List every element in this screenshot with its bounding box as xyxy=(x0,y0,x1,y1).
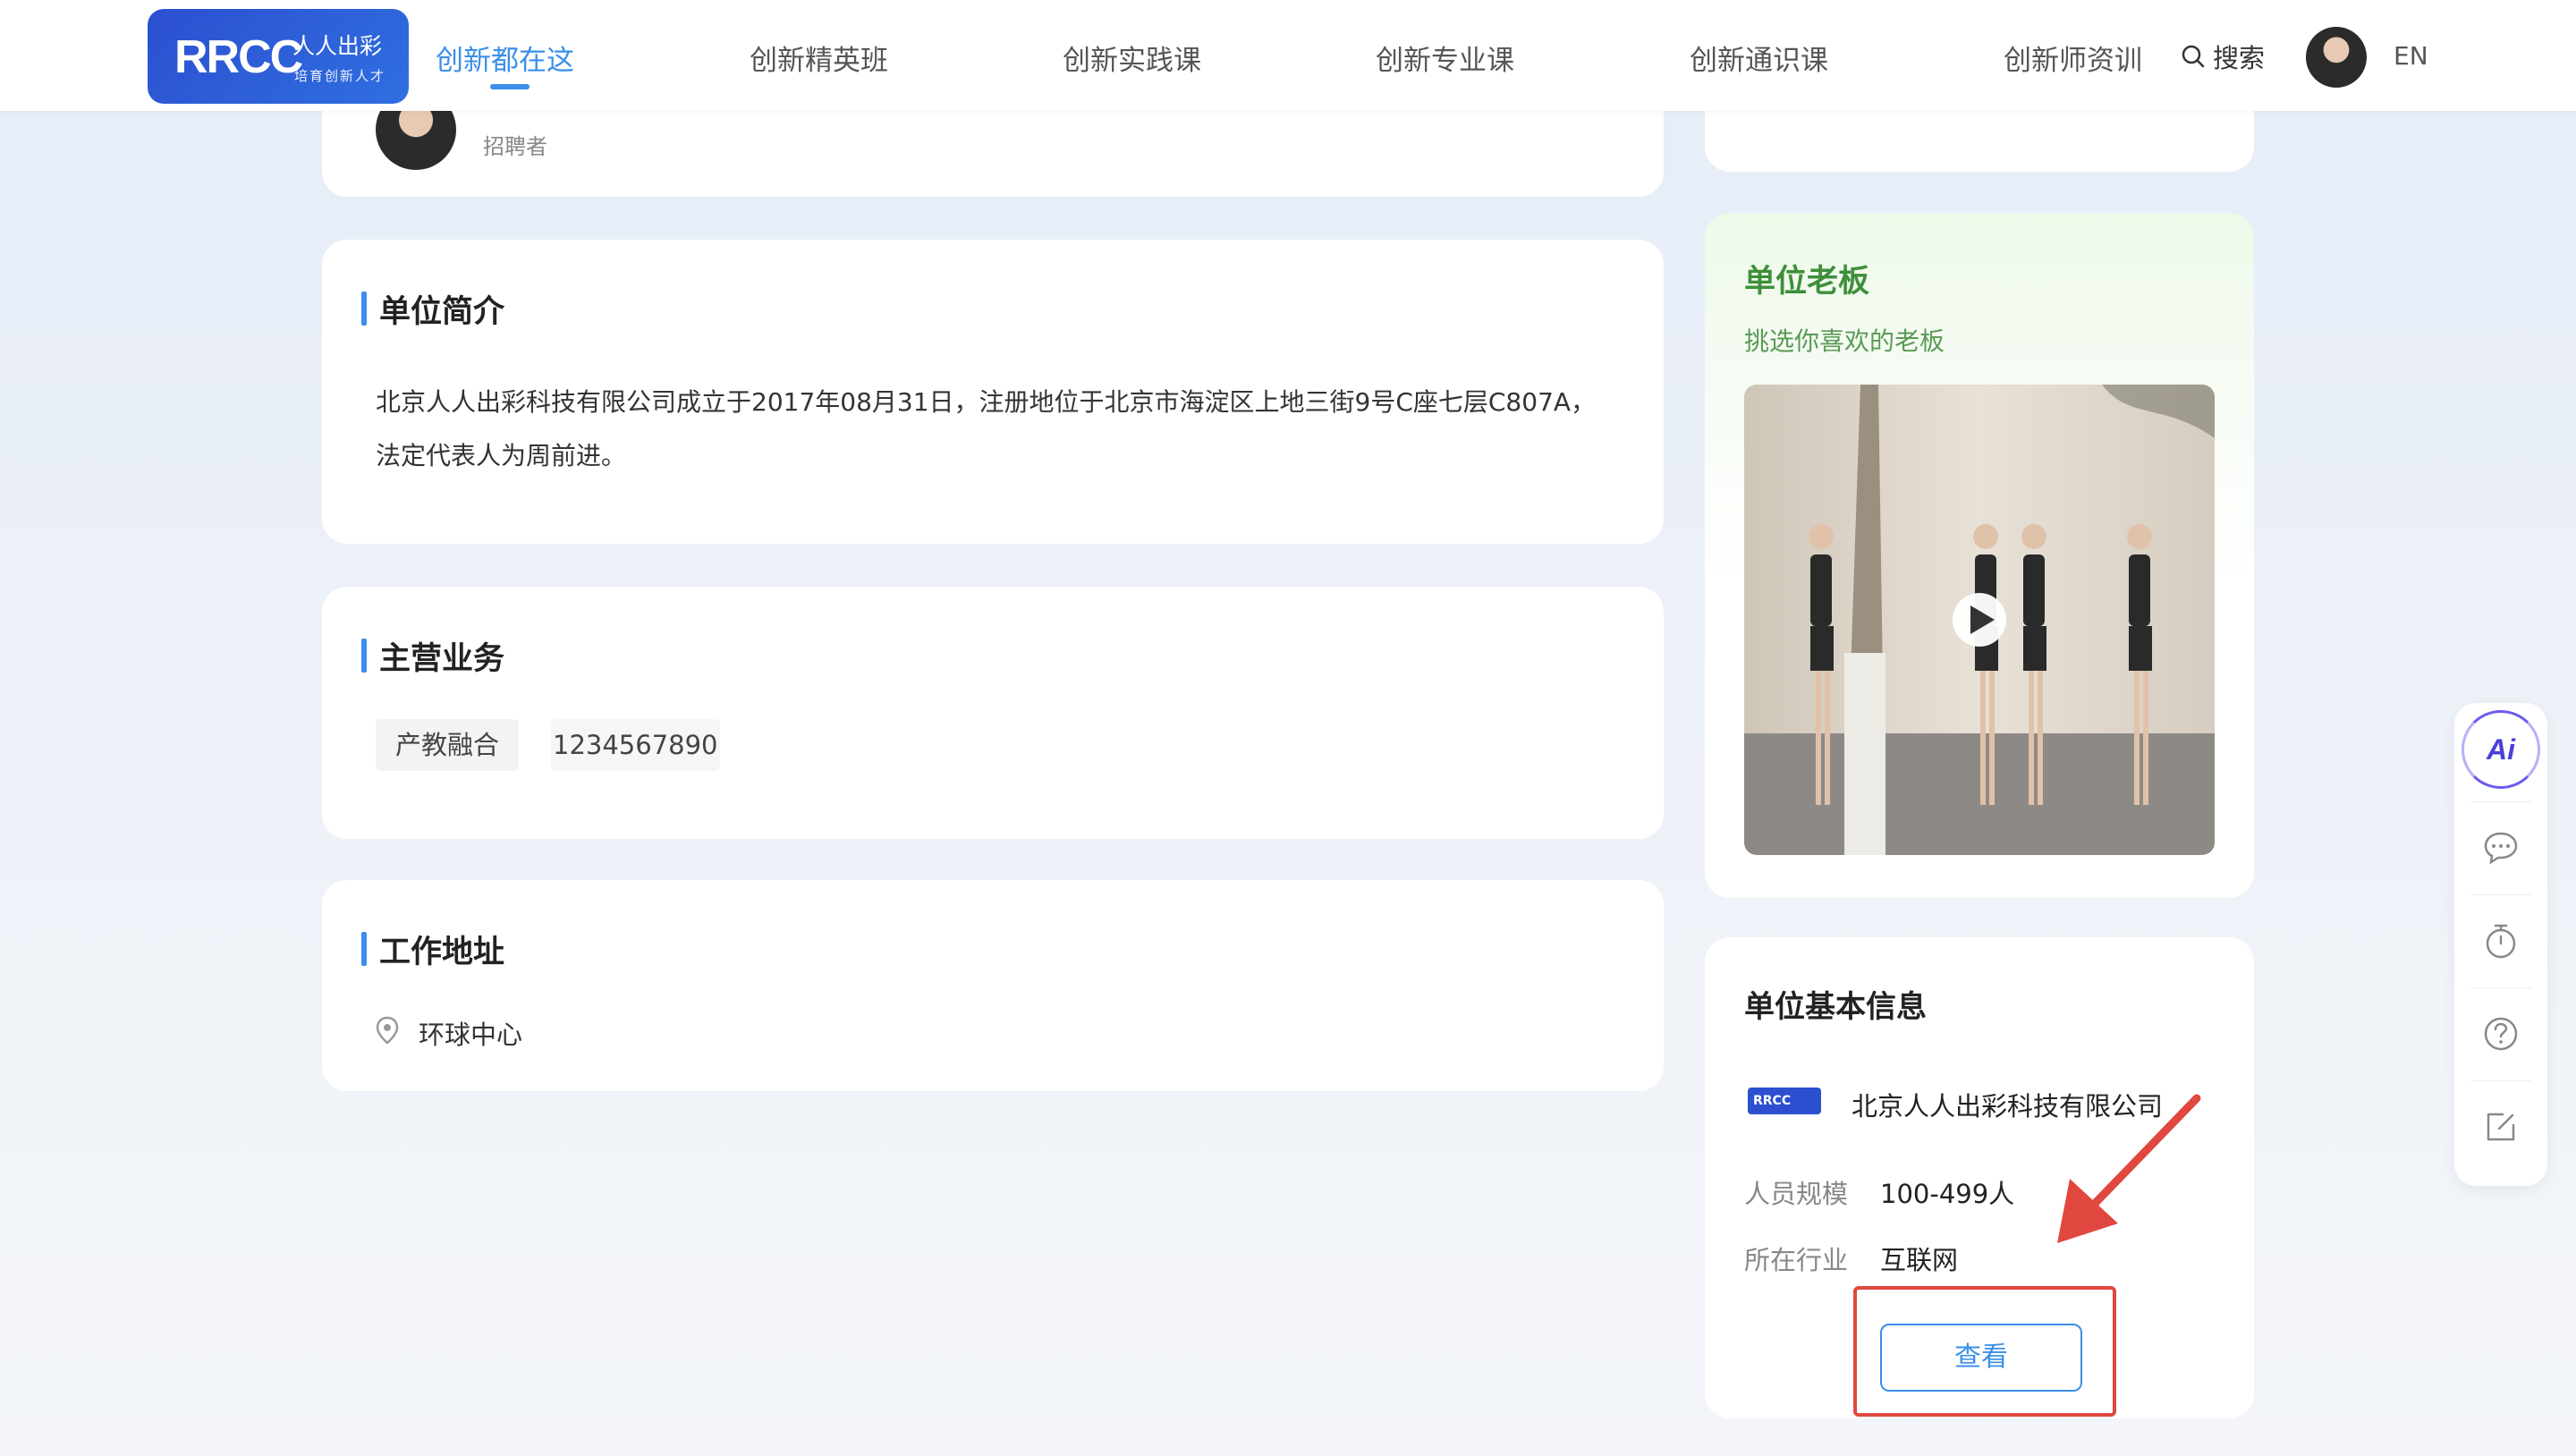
floating-toolbar: Ai xyxy=(2454,703,2547,1186)
search-label: 搜索 xyxy=(2213,43,2266,73)
company-intro-card: 单位简介 北京人人出彩科技有限公司成立于2017年08月31日，注册地位于北京市… xyxy=(322,240,1664,544)
timer-button[interactable] xyxy=(2454,894,2547,987)
top-navbar: RRCC 人人出彩 培育创新人才 创新都在这 创新精英班 创新实践课 创新专业课… xyxy=(0,0,2576,111)
logo-name: 人人出彩 xyxy=(292,33,383,59)
business-tag: 1234567890 xyxy=(551,719,720,771)
ai-label: Ai xyxy=(2487,732,2515,766)
nav-active-indicator xyxy=(490,84,530,89)
boss-video-image xyxy=(1744,385,2215,855)
logo-slogan: 培育创新人才 xyxy=(294,68,386,84)
nav-item-practice-course[interactable]: 创新实践课 xyxy=(1063,38,1201,78)
boss-title: 单位老板 xyxy=(1744,264,1870,300)
annotation-highlight-box xyxy=(1853,1286,2116,1417)
scale-label: 人员规模 xyxy=(1744,1179,1849,1209)
boss-subtitle: 挑选你喜欢的老板 xyxy=(1744,326,1945,356)
nav-item-professional-course[interactable]: 创新专业课 xyxy=(1376,38,1514,78)
search-button[interactable]: 搜索 xyxy=(2181,38,2265,75)
chat-bubble-icon xyxy=(2484,832,2518,865)
help-button[interactable] xyxy=(2454,987,2547,1080)
section-title-intro: 单位简介 xyxy=(361,286,504,332)
company-info-title: 单位基本信息 xyxy=(1744,989,1927,1025)
company-logo: RRCC xyxy=(1748,1088,1821,1114)
ai-assistant-button[interactable]: Ai xyxy=(2454,703,2547,796)
industry-value: 互联网 xyxy=(1880,1245,1959,1275)
search-icon xyxy=(2182,45,2205,68)
section-title-business: 主营业务 xyxy=(361,633,504,679)
company-intro-text: 北京人人出彩科技有限公司成立于2017年08月31日，注册地位于北京市海淀区上地… xyxy=(376,387,1597,470)
edit-button[interactable] xyxy=(2454,1080,2547,1173)
stopwatch-icon xyxy=(2486,924,2516,959)
nav-item-teacher-training[interactable]: 创新师资训 xyxy=(2004,38,2142,78)
ai-icon: Ai xyxy=(2462,710,2540,789)
edit-icon xyxy=(2487,1113,2515,1141)
site-logo[interactable]: RRCC 人人出彩 培育创新人才 xyxy=(148,9,409,104)
main-business-card: 主营业务 产教融合 1234567890 xyxy=(322,587,1664,839)
industry-label: 所在行业 xyxy=(1744,1245,1849,1275)
section-title-address: 工作地址 xyxy=(361,927,504,972)
nav-item-general-course[interactable]: 创新通识课 xyxy=(1690,38,1828,78)
recruiter-role: 招聘者 xyxy=(483,134,547,159)
boss-card: 单位老板 挑选你喜欢的老板 xyxy=(1705,213,2254,898)
nav-item-elite-class[interactable]: 创新精英班 xyxy=(750,38,888,78)
nav-item-innovation-here[interactable]: 创新都在这 xyxy=(436,38,574,78)
scale-value: 100-499人 xyxy=(1880,1179,2015,1209)
annotation-arrow-icon xyxy=(2057,1094,2201,1243)
address-text: 环球中心 xyxy=(419,1020,523,1050)
user-avatar[interactable] xyxy=(2306,27,2367,88)
work-address-card: 工作地址 环球中心 xyxy=(322,880,1664,1091)
logo-brand: RRCC xyxy=(174,31,303,83)
location-pin-icon xyxy=(376,1016,399,1045)
chat-button[interactable] xyxy=(2454,801,2547,894)
business-tag: 产教融合 xyxy=(376,719,520,771)
boss-video-thumbnail[interactable] xyxy=(1744,385,2215,855)
language-toggle[interactable]: EN xyxy=(2394,41,2428,71)
question-icon xyxy=(2484,1017,2518,1051)
